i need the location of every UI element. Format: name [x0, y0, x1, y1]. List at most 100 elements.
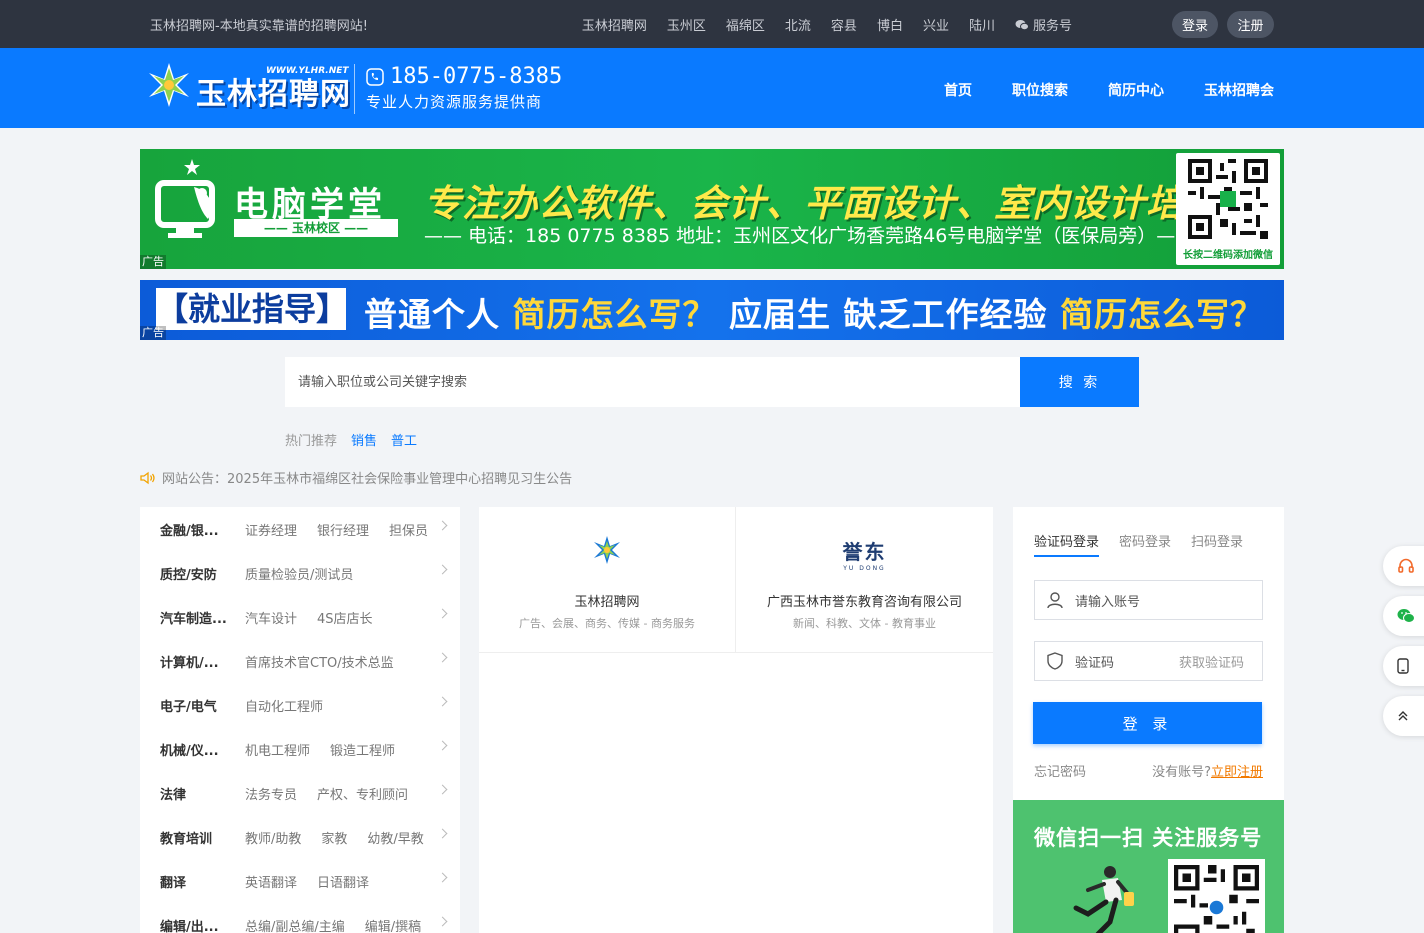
wechat-qr-code [1168, 859, 1265, 933]
company-card[interactable]: 誉东 YU DONG 广西玉林市誉东教育咨询有限公司 新闻、科教、文体 - 教育… [736, 507, 993, 653]
category-row[interactable]: 计算机/... 首席技术官CTO/技术总监 [140, 639, 460, 683]
service-account-label: 服务号 [1032, 19, 1072, 34]
region-link-luchuan[interactable]: 陆川 [969, 15, 995, 34]
get-code-button[interactable]: 获取验证码 [1179, 652, 1244, 671]
category-row[interactable]: 电子/电气 自动化工程师 [140, 683, 460, 727]
phone-icon [366, 67, 384, 86]
category-row[interactable]: 质控/安防 质量检验员/测试员 [140, 551, 460, 595]
category-sub[interactable]: 锻造工程师 [330, 740, 395, 759]
category-sub[interactable]: 总编/副总编/主编 [245, 916, 345, 933]
chevron-right-icon [437, 696, 448, 707]
register-now-link[interactable]: 立即注册 [1211, 765, 1263, 780]
category-title: 电子/电气 [160, 699, 217, 715]
notice-label: 网站公告： [162, 472, 228, 487]
region-link-yuzhou[interactable]: 玉州区 [667, 15, 706, 34]
ad-banner-computer-school[interactable]: 电脑学堂 —— 玉林校区 —— 专注办公软件、会计、平面设计、室内设计培训 ——… [140, 149, 1284, 269]
category-sub[interactable]: 家教 [321, 828, 347, 847]
login-panel: 验证码登录 密码登录 扫码登录 请输入账号 验证码 获取验证码 登 录 忘记密码… [1013, 507, 1284, 800]
float-back-to-top-button[interactable] [1383, 696, 1424, 736]
ad2-text-highlight: 简历怎么写？ [512, 295, 717, 334]
category-row[interactable]: 编辑/出... 总编/副总编/主编 编辑/撰稿 [140, 903, 460, 933]
float-mobile-button[interactable] [1383, 646, 1424, 686]
region-link-home[interactable]: 玉林招聘网 [582, 15, 647, 34]
forgot-password-link[interactable]: 忘记密码 [1034, 761, 1086, 780]
company-card[interactable]: 玉林招聘网 广告、会展、商务、传媒 - 商务服务 [479, 507, 736, 653]
login-tabs: 验证码登录 密码登录 扫码登录 [1034, 531, 1243, 557]
hot-label: 热门推荐 [285, 434, 338, 449]
company-logo-sub: YU DONG [843, 565, 886, 572]
float-support-button[interactable] [1383, 546, 1424, 586]
main-nav: 首页 职位搜索 简历中心 玉林招聘会 [944, 80, 1274, 100]
featured-companies: 玉林招聘网 广告、会展、商务、传媒 - 商务服务 誉东 YU DONG 广西玉林… [479, 507, 993, 933]
service-account-link[interactable]: 服务号 [1015, 15, 1072, 34]
site-notice: 网站公告： 2025年玉林市福绵区社会保险事业管理中心招聘见习生公告 [140, 468, 572, 487]
category-row[interactable]: 翻译 英语翻译 日语翻译 [140, 859, 460, 903]
category-row[interactable]: 教育培训 教师/助教 家教 幼教/早教 [140, 815, 460, 859]
float-wechat-button[interactable] [1383, 596, 1424, 636]
category-sub[interactable]: 证券经理 [245, 520, 297, 539]
search-input[interactable] [285, 357, 1020, 407]
login-submit-button[interactable]: 登 录 [1033, 702, 1262, 744]
hot-keyword-sales[interactable]: 销售 [351, 430, 377, 449]
search-bar: 搜 索 [285, 357, 1139, 407]
tab-qr-login[interactable]: 扫码登录 [1191, 531, 1243, 557]
qr-code-icon [1188, 159, 1268, 239]
hot-keyword-worker[interactable]: 普工 [391, 430, 417, 449]
chevron-right-icon [437, 740, 448, 751]
headset-icon [1398, 558, 1414, 573]
category-title: 金融/银... [160, 523, 219, 539]
notice-link[interactable]: 2025年玉林市福绵区社会保险事业管理中心招聘见习生公告 [227, 468, 572, 487]
category-sub[interactable]: 担保员 [389, 520, 428, 539]
category-title: 机械/仪... [160, 743, 219, 759]
category-sub[interactable]: 4S店店长 [317, 608, 373, 627]
category-sub[interactable]: 日语翻译 [317, 872, 369, 891]
verify-code-field[interactable]: 验证码 获取验证码 [1034, 641, 1263, 681]
region-link-fumian[interactable]: 福绵区 [726, 15, 765, 34]
logo-site: WWW.YLHR.NET [266, 66, 349, 76]
ad-banner-career-guide[interactable]: 【就业指导】 普通个人 简历怎么写？ 应届生 缺乏工作经验 简历怎么写？ 广告 [140, 280, 1284, 340]
wechat-icon [1397, 609, 1415, 623]
nav-job-fair[interactable]: 玉林招聘会 [1204, 80, 1274, 100]
category-sub[interactable]: 汽车设计 [245, 608, 297, 627]
company-logo-star-icon [594, 536, 620, 564]
category-sub[interactable]: 幼教/早教 [367, 828, 423, 847]
login-button[interactable]: 登录 [1172, 11, 1218, 38]
register-button[interactable]: 注册 [1227, 11, 1274, 38]
company-industry: 新闻、科教、文体 - 教育事业 [793, 617, 936, 630]
region-link-rongxian[interactable]: 容县 [831, 15, 857, 34]
category-sub[interactable]: 教师/助教 [245, 828, 301, 847]
tab-sms-login[interactable]: 验证码登录 [1034, 531, 1100, 557]
category-sub[interactable]: 银行经理 [317, 520, 369, 539]
region-link-bobai[interactable]: 博白 [877, 15, 903, 34]
account-field[interactable]: 请输入账号 [1034, 580, 1263, 620]
category-row[interactable]: 汽车制造... 汽车设计 4S店店长 [140, 595, 460, 639]
category-title: 教育培训 [160, 831, 213, 847]
category-sub[interactable]: 英语翻译 [245, 872, 297, 891]
tab-password-login[interactable]: 密码登录 [1119, 531, 1171, 557]
region-link-xingye[interactable]: 兴业 [923, 15, 949, 34]
category-sub[interactable]: 自动化工程师 [245, 696, 323, 715]
register-prompt: 没有账号?立即注册 [1152, 761, 1263, 780]
category-sub[interactable]: 机电工程师 [245, 740, 310, 759]
category-sub[interactable]: 首席技术官CTO/技术总监 [245, 652, 394, 671]
category-row[interactable]: 法律 法务专员 产权、专利顾问 [140, 771, 460, 815]
search-button[interactable]: 搜 索 [1020, 357, 1139, 407]
category-sub[interactable]: 法务专员 [245, 784, 297, 803]
logo-star-icon [149, 63, 189, 107]
category-sub[interactable]: 编辑/撰稿 [365, 916, 421, 933]
category-row[interactable]: 机械/仪... 机电工程师 锻造工程师 [140, 727, 460, 771]
nav-job-search[interactable]: 职位搜索 [1012, 80, 1068, 100]
ad-label: 广告 [140, 255, 166, 269]
site-logo[interactable]: 玉林招聘网 WWW.YLHR.NET [144, 60, 351, 112]
account-placeholder: 请输入账号 [1075, 594, 1141, 610]
nav-resume-center[interactable]: 简历中心 [1108, 80, 1164, 100]
company-name: 玉林招聘网 [574, 595, 640, 610]
region-link-beiliu[interactable]: 北流 [785, 15, 811, 34]
ad-qr-caption: 长按二维码添加微信 [1183, 250, 1273, 261]
category-sub[interactable]: 产权、专利顾问 [317, 784, 408, 803]
chevron-right-icon [437, 916, 448, 927]
ad2-text-highlight: 简历怎么写？ [1059, 295, 1264, 334]
category-sub[interactable]: 质量检验员/测试员 [245, 564, 353, 583]
nav-home[interactable]: 首页 [944, 80, 972, 100]
category-row[interactable]: 金融/银... 证券经理 银行经理 担保员 [140, 507, 460, 551]
